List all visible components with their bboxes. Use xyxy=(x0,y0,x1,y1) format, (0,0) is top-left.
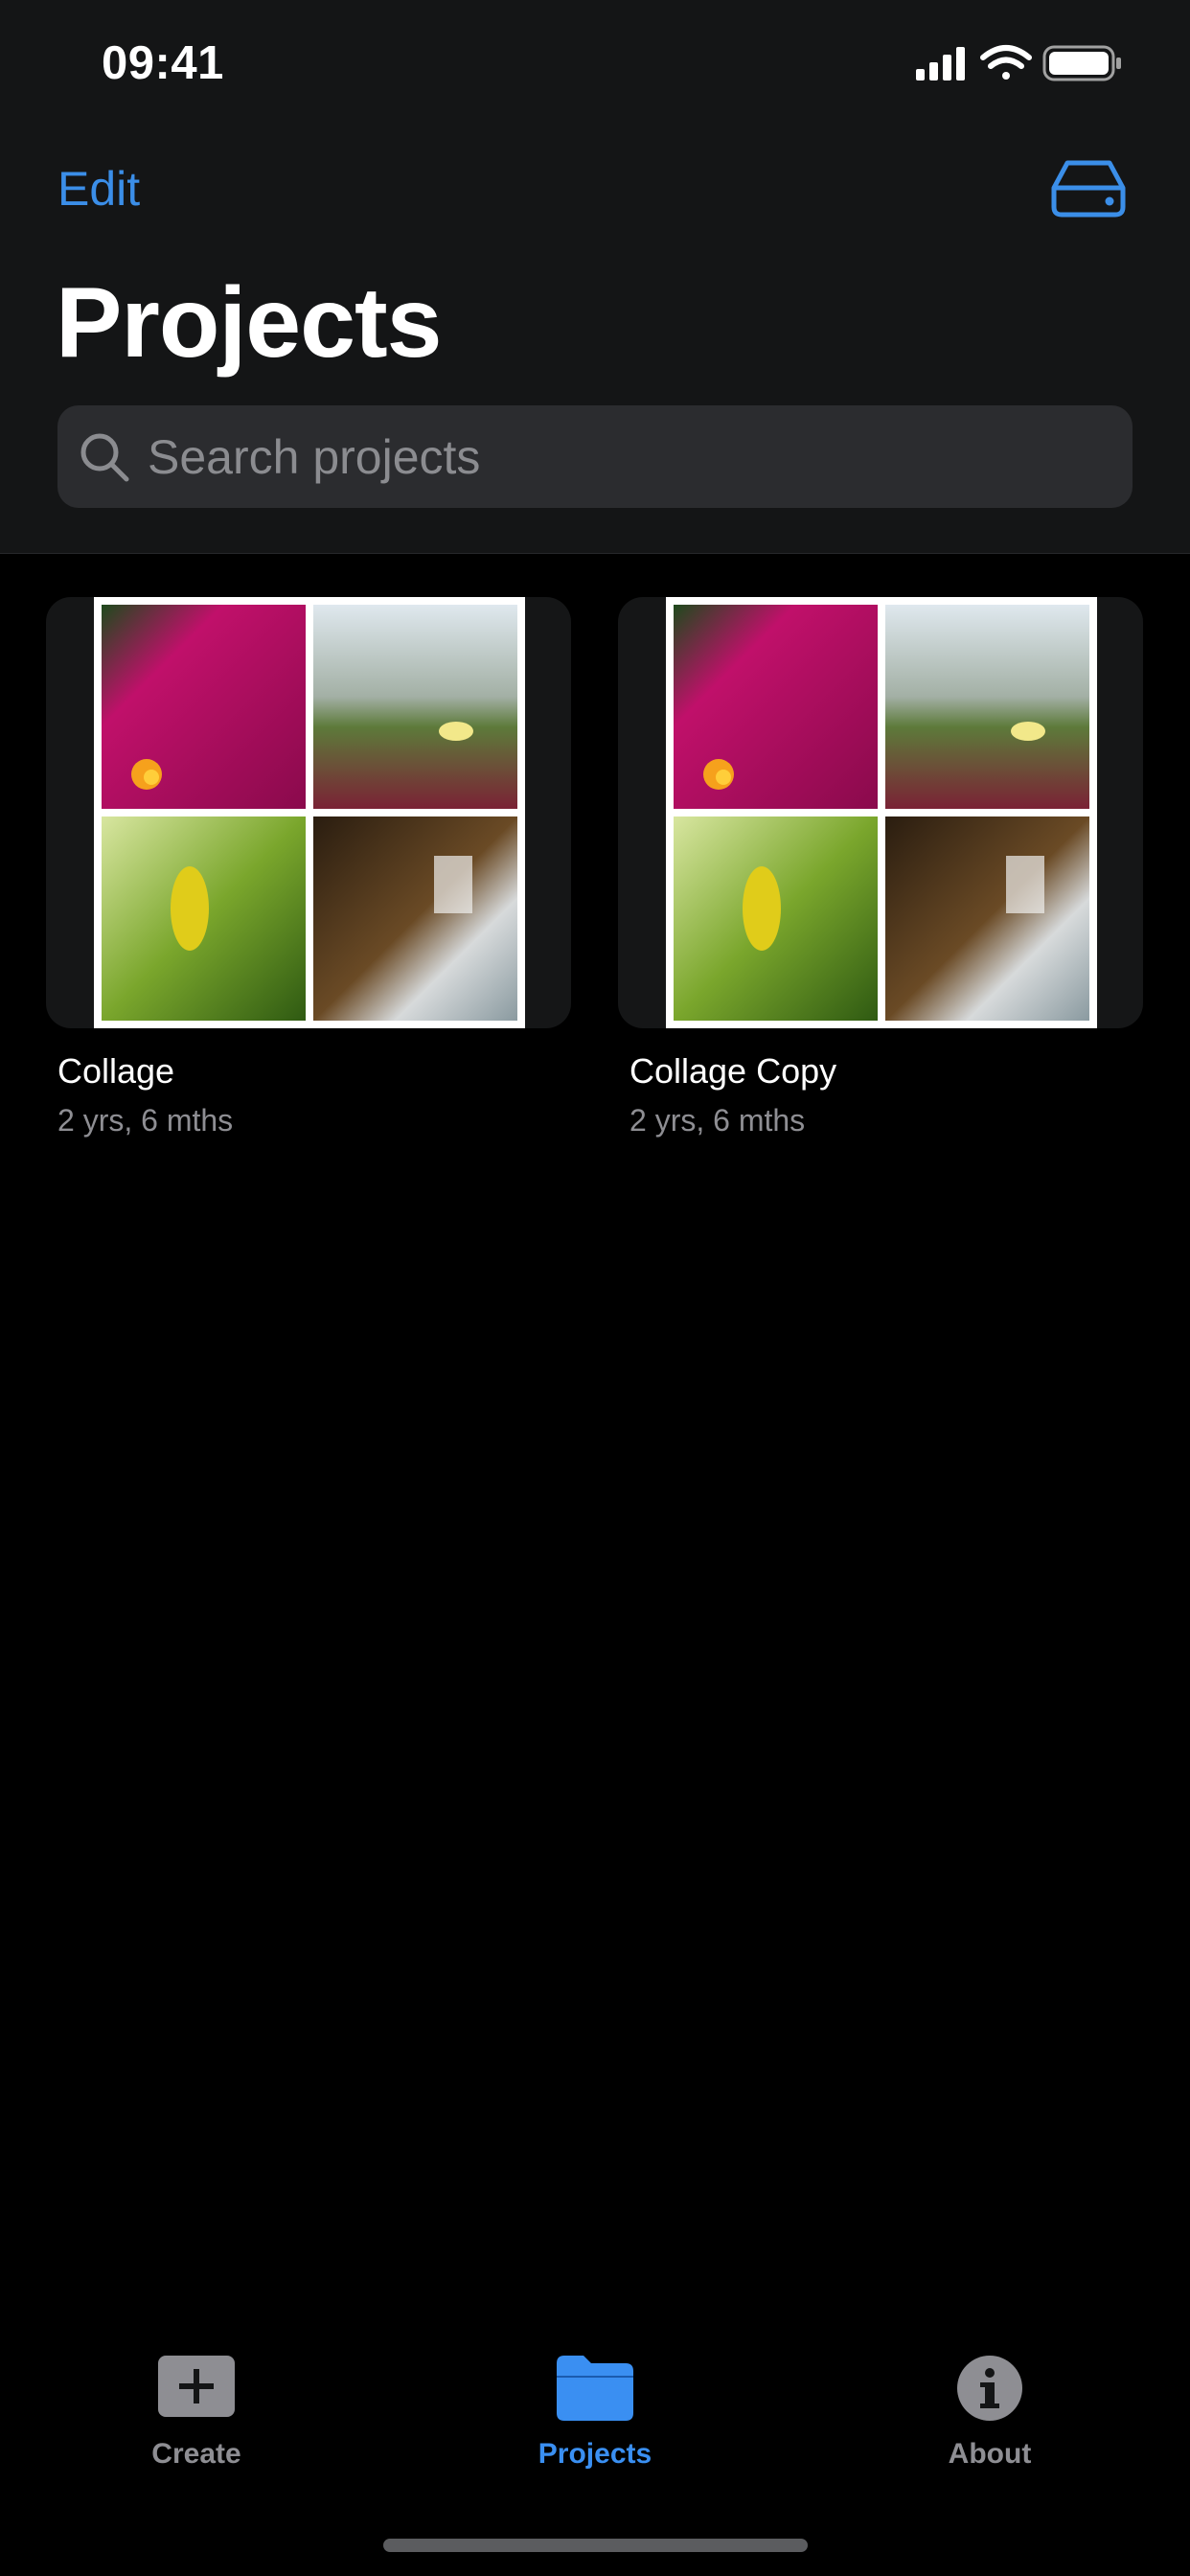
drive-icon[interactable] xyxy=(1050,159,1127,218)
tab-label: About xyxy=(948,2438,1032,2470)
tab-label: Create xyxy=(151,2438,241,2470)
wifi-icon xyxy=(980,45,1032,80)
tab-projects[interactable]: Projects xyxy=(470,2338,720,2482)
status-time: 09:41 xyxy=(102,37,224,89)
signal-icon xyxy=(916,47,965,80)
folder-icon xyxy=(557,2356,633,2421)
search-icon xyxy=(80,433,129,482)
project-card[interactable]: Collage 2 yrs, 6 mths xyxy=(46,597,571,1138)
search-input[interactable] xyxy=(148,405,1106,508)
page-title: Projects xyxy=(56,267,442,379)
plus-square-icon xyxy=(158,2356,235,2417)
collage-image xyxy=(666,597,1097,1028)
project-name: Collage Copy xyxy=(629,1051,837,1091)
collage-image xyxy=(94,597,525,1028)
status-icons xyxy=(916,45,1121,81)
tab-label: Projects xyxy=(538,2438,652,2470)
project-thumbnail[interactable] xyxy=(618,597,1143,1028)
search-bar[interactable] xyxy=(57,405,1133,508)
edit-button[interactable]: Edit xyxy=(57,161,140,217)
tab-create[interactable]: Create xyxy=(72,2338,321,2482)
home-indicator xyxy=(383,2539,808,2552)
navigation-header: 09:41 Edit Projects xyxy=(0,0,1190,554)
info-icon xyxy=(957,2356,1022,2421)
project-thumbnail[interactable] xyxy=(46,597,571,1028)
battery-icon xyxy=(1042,45,1121,81)
project-name: Collage xyxy=(57,1051,175,1091)
project-age: 2 yrs, 6 mths xyxy=(629,1103,806,1138)
project-card[interactable]: Collage Copy 2 yrs, 6 mths xyxy=(618,597,1143,1138)
project-age: 2 yrs, 6 mths xyxy=(57,1103,234,1138)
tab-about[interactable]: About xyxy=(865,2338,1114,2482)
